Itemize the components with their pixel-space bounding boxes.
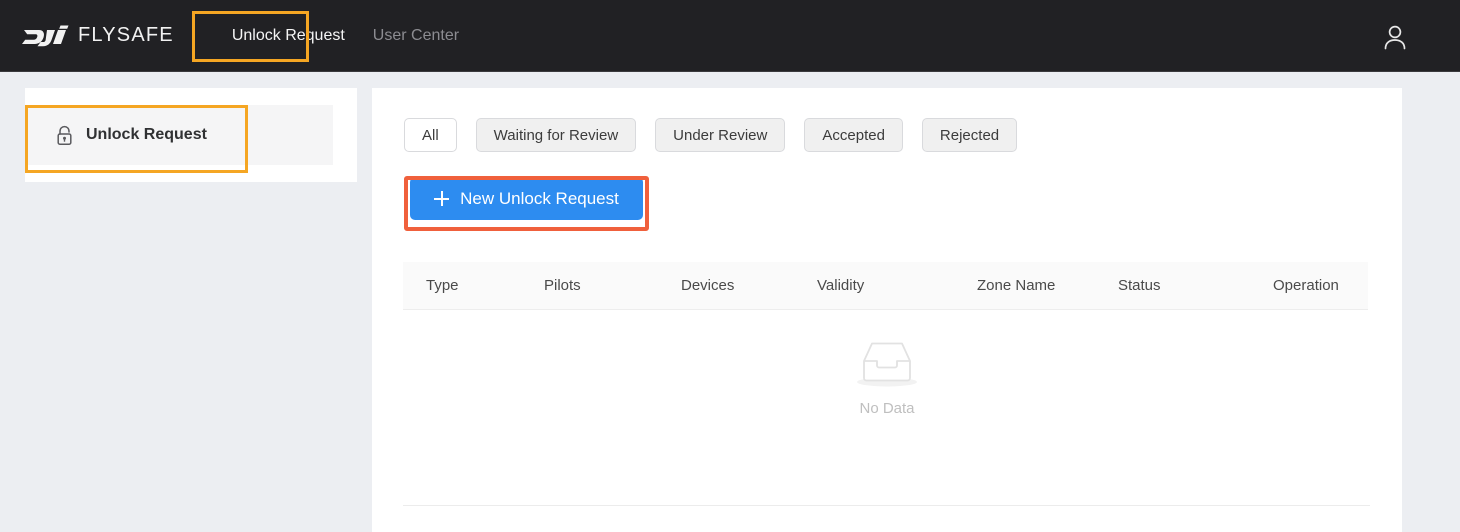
main-content-panel: All Waiting for Review Under Review Acce…: [372, 88, 1402, 532]
filter-button-under-review[interactable]: Under Review: [655, 118, 786, 152]
filter-button-accepted[interactable]: Accepted: [804, 118, 903, 152]
user-account-button[interactable]: [1380, 22, 1410, 52]
filter-button-all[interactable]: All: [404, 118, 457, 152]
empty-state-text: No Data: [859, 400, 915, 417]
dji-logo-icon: [22, 25, 69, 46]
plus-icon: [434, 191, 450, 206]
table-empty-state: No Data: [372, 338, 1402, 417]
brand-logo: FLYSAFE: [22, 0, 174, 72]
status-filter-group: All Waiting for Review Under Review Acce…: [404, 118, 1018, 152]
column-header-type: Type: [426, 277, 459, 294]
column-header-pilots: Pilots: [544, 277, 581, 294]
column-header-validity: Validity: [817, 277, 865, 294]
new-unlock-request-label: New Unlock Request: [460, 188, 619, 208]
new-unlock-request-button[interactable]: New Unlock Request: [410, 177, 643, 220]
sidebar-item-unlock-request[interactable]: Unlock Request: [25, 105, 333, 165]
column-header-operation: Operation: [1273, 277, 1339, 294]
requests-table-header: Type Pilots Devices Validity Zone Name S…: [403, 262, 1368, 310]
sidebar-item-label: Unlock Request: [86, 126, 207, 143]
column-header-devices: Devices: [681, 277, 735, 294]
sidebar: Unlock Request: [25, 88, 357, 182]
filter-button-rejected[interactable]: Rejected: [921, 118, 1018, 152]
filter-button-waiting-for-review[interactable]: Waiting for Review: [475, 118, 637, 152]
app-header: FLYSAFE Unlock Request User Center: [0, 0, 1460, 72]
brand-name: FLYSAFE: [78, 24, 174, 46]
column-header-zone-name: Zone Name: [977, 277, 1056, 294]
lock-icon: [57, 125, 72, 145]
main-nav: Unlock Request User Center: [218, 0, 473, 72]
user-account-icon: [1384, 25, 1406, 50]
column-header-status: Status: [1118, 277, 1161, 294]
nav-item-unlock-request[interactable]: Unlock Request: [218, 0, 359, 72]
nav-item-user-center[interactable]: User Center: [359, 0, 473, 72]
new-unlock-request-area: New Unlock Request: [404, 171, 649, 226]
table-footer-divider: [403, 505, 1370, 506]
empty-inbox-icon: [857, 342, 917, 387]
